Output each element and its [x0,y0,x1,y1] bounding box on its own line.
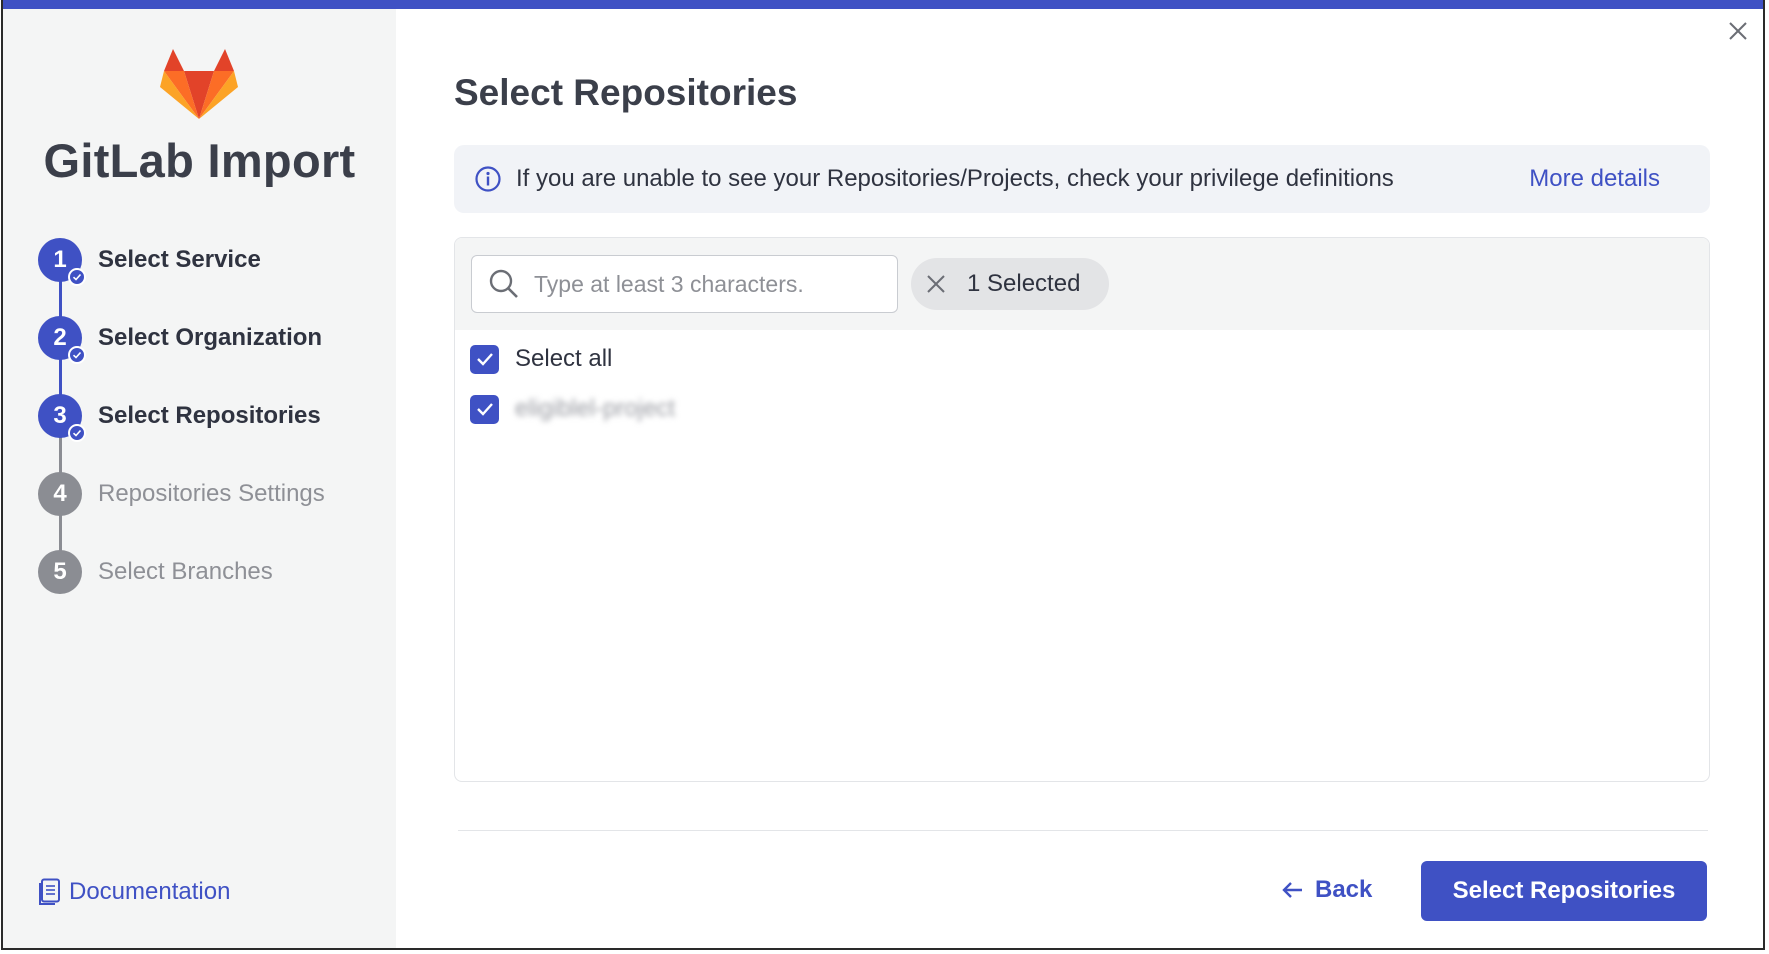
info-icon [475,166,501,192]
document-icon [39,878,60,905]
selected-count-chip: 1 Selected [911,258,1109,310]
step-label: Select Service [98,246,261,273]
footer-divider [458,830,1708,831]
step-label: Select Organization [98,324,323,351]
select-repositories-button[interactable]: Select Repositories [1421,861,1707,921]
list-item[interactable]: eligiblel-project [470,394,675,424]
check-icon [476,353,493,366]
step-label: Select Repositories [98,402,321,429]
select-all-checkbox[interactable] [470,344,499,374]
clear-selection-icon[interactable] [925,273,947,295]
check-icon [68,424,86,442]
search-box[interactable] [471,255,898,313]
stepper: 1 Select Service 2 Select Organization 3… [3,9,396,709]
repository-name: eligiblel-project [515,395,676,422]
check-icon [68,268,86,286]
step-number-badge: 5 [38,550,82,594]
back-label: Back [1315,876,1373,903]
documentation-link[interactable]: Documentation [39,878,230,906]
step-select-branches: 5 Select Branches [38,549,378,595]
info-banner: If you are unable to see your Repositori… [454,145,1710,213]
info-text: If you are unable to see your Repositori… [516,165,1394,192]
repository-panel: 1 Selected Select all eligiblel-project [454,237,1710,782]
step-number: 4 [53,480,67,507]
step-number-badge: 2 [38,316,86,364]
import-dialog: GitLab Import 1 Select Service 2 Select … [1,0,1765,950]
back-button[interactable]: Back [1281,870,1372,910]
step-label: Select Branches [98,558,273,585]
step-repositories-settings: 4 Repositories Settings [38,471,378,517]
step-number-badge: 1 [38,238,86,286]
step-number: 3 [53,402,67,429]
step-select-service: 1 Select Service [38,237,378,286]
step-select-organization: 2 Select Organization [38,315,378,364]
step-number: 5 [53,558,67,585]
search-icon [489,269,518,298]
check-icon [68,346,86,364]
step-number: 1 [53,246,67,273]
select-all-row[interactable]: Select all [470,344,612,374]
documentation-label: Documentation [69,878,231,905]
step-number-badge: 4 [38,472,82,516]
search-input[interactable] [532,269,876,299]
page-title: Select Repositories [454,72,798,113]
select-all-label: Select all [515,345,613,372]
arrow-left-icon [1282,882,1302,898]
step-label: Repositories Settings [98,480,325,507]
step-select-repositories: 3 Select Repositories [38,393,378,442]
more-details-link[interactable]: More details [1529,165,1660,193]
close-icon[interactable] [1727,20,1749,42]
sidebar: GitLab Import 1 Select Service 2 Select … [3,9,396,948]
dialog-top-accent [3,0,1763,9]
step-number: 2 [53,324,67,351]
repository-panel-header: 1 Selected [455,238,1709,330]
check-icon [476,403,493,416]
repository-checkbox[interactable] [470,394,499,424]
selected-count-label: 1 Selected [967,270,1081,297]
step-number-badge: 3 [38,394,86,442]
